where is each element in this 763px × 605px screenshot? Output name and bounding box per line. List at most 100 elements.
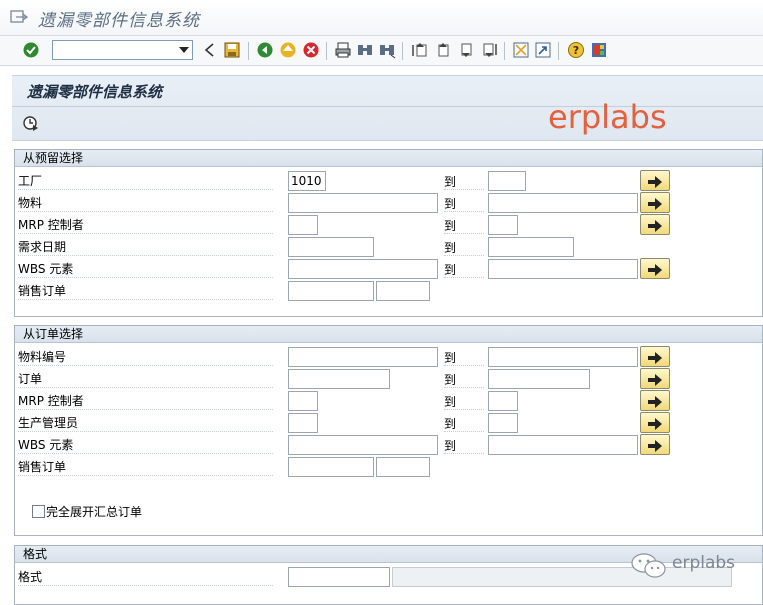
multiple-selection-button[interactable] (640, 390, 670, 411)
row-format: 格式 (16, 567, 736, 589)
wechat-brand-text: erplabs (672, 553, 736, 573)
field-label: WBS 元素 (18, 435, 273, 454)
to-label: 到 (444, 393, 484, 410)
order-from-input[interactable] (288, 369, 390, 389)
row-production-supervisor: 生产管理员 到 (16, 412, 736, 435)
plant-from-input[interactable] (288, 171, 326, 191)
material-number-to-input[interactable] (488, 347, 638, 367)
sales-order-order-input[interactable] (288, 457, 374, 477)
sales-order-order-item-input[interactable] (376, 457, 430, 477)
window-title: 遗漏零部件信息系统 (38, 11, 200, 31)
row-mrp-controller: MRP 控制者 到 (16, 214, 736, 237)
page-title: 遗漏零部件信息系统 (27, 83, 163, 101)
cancel-icon[interactable] (302, 41, 320, 59)
row-material-number: 物料编号 到 (16, 346, 736, 369)
arrow-right-icon (648, 395, 662, 408)
requirement-date-from-input[interactable] (288, 237, 374, 257)
find-next-icon[interactable] (378, 41, 396, 59)
command-field[interactable] (52, 40, 193, 60)
field-label: 物料编号 (18, 347, 273, 366)
mrp-controller-from-input[interactable] (288, 215, 318, 235)
to-label: 到 (444, 173, 484, 190)
multiple-selection-button[interactable] (640, 170, 670, 191)
toolbar-separator (402, 42, 403, 60)
help-icon[interactable]: ? (567, 41, 585, 59)
sales-order-item-input[interactable] (376, 281, 430, 301)
row-order: 订单 到 (16, 368, 736, 391)
field-label: MRP 控制者 (18, 391, 273, 410)
execute-icon[interactable] (22, 114, 40, 132)
explode-collective-order-checkbox[interactable] (32, 505, 45, 518)
sales-order-input[interactable] (288, 281, 374, 301)
wbs-element-to-input[interactable] (488, 259, 638, 279)
group-title: 从订单选择 (15, 326, 762, 343)
to-label: 到 (444, 415, 484, 432)
material-from-input[interactable] (288, 193, 438, 213)
find-icon[interactable] (356, 41, 374, 59)
multiple-selection-button[interactable] (640, 434, 670, 455)
to-label: 到 (444, 349, 484, 366)
field-label: MRP 控制者 (18, 215, 273, 234)
back-icon[interactable] (256, 41, 274, 59)
wbs-element-from-input[interactable] (288, 259, 438, 279)
svg-text:?: ? (573, 44, 579, 57)
toolbar-separator (326, 42, 327, 60)
production-supervisor-from-input[interactable] (288, 413, 318, 433)
multiple-selection-button[interactable] (640, 412, 670, 433)
arrow-right-icon (648, 263, 662, 276)
multiple-selection-button[interactable] (640, 214, 670, 235)
arrow-right-icon (648, 197, 662, 210)
arrow-right-icon (648, 175, 662, 188)
row-requirement-date: 需求日期 到 (16, 237, 736, 259)
command-input[interactable] (53, 41, 173, 59)
production-supervisor-to-input[interactable] (488, 413, 518, 433)
field-label: 工厂 (18, 171, 273, 190)
row-sales-order-order: 销售订单 (16, 457, 736, 479)
save-icon[interactable] (223, 41, 241, 59)
to-label: 到 (444, 371, 484, 388)
multiple-selection-button[interactable] (640, 346, 670, 367)
group-title: 从预留选择 (15, 150, 762, 167)
field-label: 订单 (18, 369, 273, 388)
format-input[interactable] (288, 567, 390, 587)
mrp-controller-order-to-input[interactable] (488, 391, 518, 411)
new-session-icon[interactable] (512, 41, 530, 59)
to-label: 到 (444, 261, 484, 278)
to-label: 到 (444, 195, 484, 212)
exit-icon[interactable] (279, 41, 297, 59)
field-label: 格式 (18, 567, 273, 586)
multiple-selection-button[interactable] (640, 192, 670, 213)
order-to-input[interactable] (488, 369, 590, 389)
arrow-right-icon (648, 351, 662, 364)
multiple-selection-button[interactable] (640, 258, 670, 279)
multiple-selection-button[interactable] (640, 368, 670, 389)
requirement-date-to-input[interactable] (488, 237, 574, 257)
mrp-controller-order-from-input[interactable] (288, 391, 318, 411)
shortcut-icon[interactable] (534, 41, 552, 59)
row-wbs-element: WBS 元素 到 (16, 258, 736, 281)
field-label: 需求日期 (18, 237, 273, 256)
first-page-icon[interactable] (411, 41, 429, 59)
mrp-controller-to-input[interactable] (488, 215, 518, 235)
field-label: 物料 (18, 193, 273, 212)
row-wbs-element-order: WBS 元素 到 (16, 434, 736, 457)
layout-icon[interactable] (590, 41, 608, 59)
field-label: 生产管理员 (18, 413, 273, 432)
arrow-right-icon (648, 373, 662, 386)
prev-page-icon[interactable] (434, 41, 452, 59)
chevron-down-icon[interactable] (179, 47, 189, 53)
plant-to-input[interactable] (488, 171, 526, 191)
print-icon[interactable] (334, 41, 352, 59)
last-page-icon[interactable] (480, 41, 498, 59)
menu-icon[interactable] (10, 9, 28, 25)
wbs-element-order-to-input[interactable] (488, 435, 638, 455)
next-page-icon[interactable] (457, 41, 475, 59)
field-label: 销售订单 (18, 457, 273, 476)
wbs-element-order-from-input[interactable] (288, 435, 438, 455)
watermark-logo: erplabs (548, 98, 667, 136)
material-to-input[interactable] (488, 193, 638, 213)
to-label: 到 (444, 239, 484, 256)
back-arrow-icon[interactable] (201, 41, 219, 59)
check-icon[interactable] (22, 41, 40, 59)
material-number-from-input[interactable] (288, 347, 438, 367)
